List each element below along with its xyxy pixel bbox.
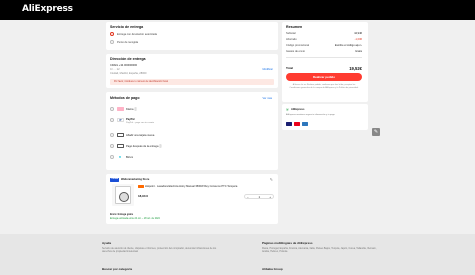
footer-multilingual-title: Páginas multilingües de AliExpress <box>262 241 313 245</box>
paypal-icon: P <box>117 118 124 122</box>
total-value: 19,52€ <box>349 66 362 71</box>
footer-group-title: Alibaba Group <box>262 267 283 271</box>
shipping-option-2-label[interactable]: Punto de recogida <box>117 41 138 44</box>
paypal-sublabel: PayPal – paga con tu cuenta <box>126 122 154 124</box>
address-line-1: C/ ··· 12 <box>110 68 120 71</box>
tax-id-warning[interactable]: Por favor, introduce tu número de identi… <box>110 79 274 85</box>
product-title[interactable]: Hotpoint · Lavadora Electrica Hotry Manu… <box>145 185 273 188</box>
footer-help-title: Ayuda <box>102 241 112 245</box>
address-line-2: Ciudad, Madrid, España, 28000 <box>110 72 147 75</box>
trust-brand: AliExpress <box>291 108 305 111</box>
trust-card: ⛨ AliExpress AliExpress mantiene segura … <box>282 104 368 130</box>
summary-title: Resumen <box>286 25 303 29</box>
summary-row-shipping: Gastos de envío Gratis <box>286 50 362 53</box>
qty-value: 1 <box>258 194 261 199</box>
pay-later-label[interactable]: Pago después de la entrega ⓘ <box>126 145 162 148</box>
delivery-estimate: Entrega estimada entre 24 oct. – 28 oct.… <box>110 217 160 220</box>
qty-decrease[interactable]: − <box>247 195 249 200</box>
qty-increase[interactable]: + <box>269 195 271 200</box>
summary-row-subtotal: Subtotal 44,94€ <box>286 32 362 35</box>
klarna-label[interactable]: Klarna ⓘ <box>126 108 137 111</box>
store-name[interactable]: Waltonmarketing Store <box>121 178 149 181</box>
card-radio[interactable] <box>110 133 114 137</box>
shipping-option-2-radio[interactable] <box>110 40 114 44</box>
shield-icon: ⛨ <box>286 108 289 112</box>
product-price: 18,93 € <box>138 194 149 198</box>
total-label: Total <box>286 66 293 70</box>
footer: Ayuda Servicio de atención al cliente, d… <box>0 234 475 275</box>
trust-text: AliExpress mantiene segura tu informació… <box>286 114 335 116</box>
shipping-service-card: Servicio de entrega Entrega con devoluci… <box>106 22 278 50</box>
warning-text: Por favor, introduce tu número de identi… <box>114 80 168 83</box>
address-edit-link[interactable]: Modificar <box>262 68 273 71</box>
bizum-icon: ʙ <box>117 154 124 159</box>
payment-title: Métodos de pago <box>110 96 140 100</box>
pay-later-radio[interactable] <box>110 144 114 148</box>
feedback-edit-icon[interactable]: ✎ <box>372 128 380 136</box>
payment-more-link[interactable]: Ver más <box>262 97 272 100</box>
brand-badge <box>138 185 144 188</box>
terms-text: Al hacer clic en Realizar pedido, confir… <box>289 84 359 89</box>
klarna-icon <box>117 107 124 111</box>
aliexpress-logo[interactable]: AliExpress <box>22 4 73 15</box>
paypal-label[interactable]: PayPal <box>126 118 135 121</box>
delivery-label: Envío: Entrega gratis <box>110 214 134 216</box>
mastercard-icon <box>294 122 300 126</box>
klarna-radio[interactable] <box>110 107 114 111</box>
summary-row-saved: Ahorrado -1,00€ <box>286 38 362 41</box>
quantity-stepper[interactable]: − 1 + <box>244 194 274 199</box>
address-title: Dirección de entrega <box>110 57 146 61</box>
paypal-radio[interactable] <box>110 118 114 122</box>
credit-card-icon <box>117 133 124 137</box>
amex-icon <box>302 122 308 126</box>
card-label[interactable]: Añadir una tarjeta nueva <box>126 134 154 137</box>
summary-card: Resumen Subtotal 44,94€ Ahorrado -1,00€ Có… <box>282 22 368 102</box>
pay-later-icon <box>117 144 124 148</box>
edit-icon[interactable]: ✎ <box>270 177 273 183</box>
visa-icon <box>286 122 292 126</box>
washing-machine-icon <box>115 186 131 204</box>
store-badge: Tienda <box>110 178 119 182</box>
shipping-option-1-label[interactable]: Entrega con devolución autorizada <box>117 33 157 36</box>
summary-row-promo[interactable]: Código promocional Escribe el código aquí… <box>286 44 362 48</box>
shipping-option-1-radio[interactable] <box>110 32 114 36</box>
store-card: Tienda Waltonmarketing Store ✎ Hotpoint … <box>106 174 278 224</box>
address-card: Dirección de entrega CRAIG +34 000000000… <box>106 54 278 88</box>
bizum-radio[interactable] <box>110 155 114 159</box>
bizum-label[interactable]: Bizum <box>126 156 133 159</box>
product-image[interactable] <box>112 184 134 206</box>
payment-methods-card: Métodos de pago Ver más Klarna ⓘ P PayPa… <box>106 92 278 170</box>
top-bar: AliExpress <box>0 0 475 20</box>
address-name: CRAIG +34 000000000 <box>110 64 138 67</box>
footer-multilingual-text: Rusia, Portugal, España, Francia, Aleman… <box>262 247 377 254</box>
shipping-title: Servicio de entrega <box>110 25 144 29</box>
footer-help-text: Servicio de atención al cliente, disputa… <box>102 247 217 254</box>
place-order-button[interactable]: Realizar pedido <box>286 73 362 81</box>
footer-browse-title: Buscar por categoría <box>102 267 133 271</box>
